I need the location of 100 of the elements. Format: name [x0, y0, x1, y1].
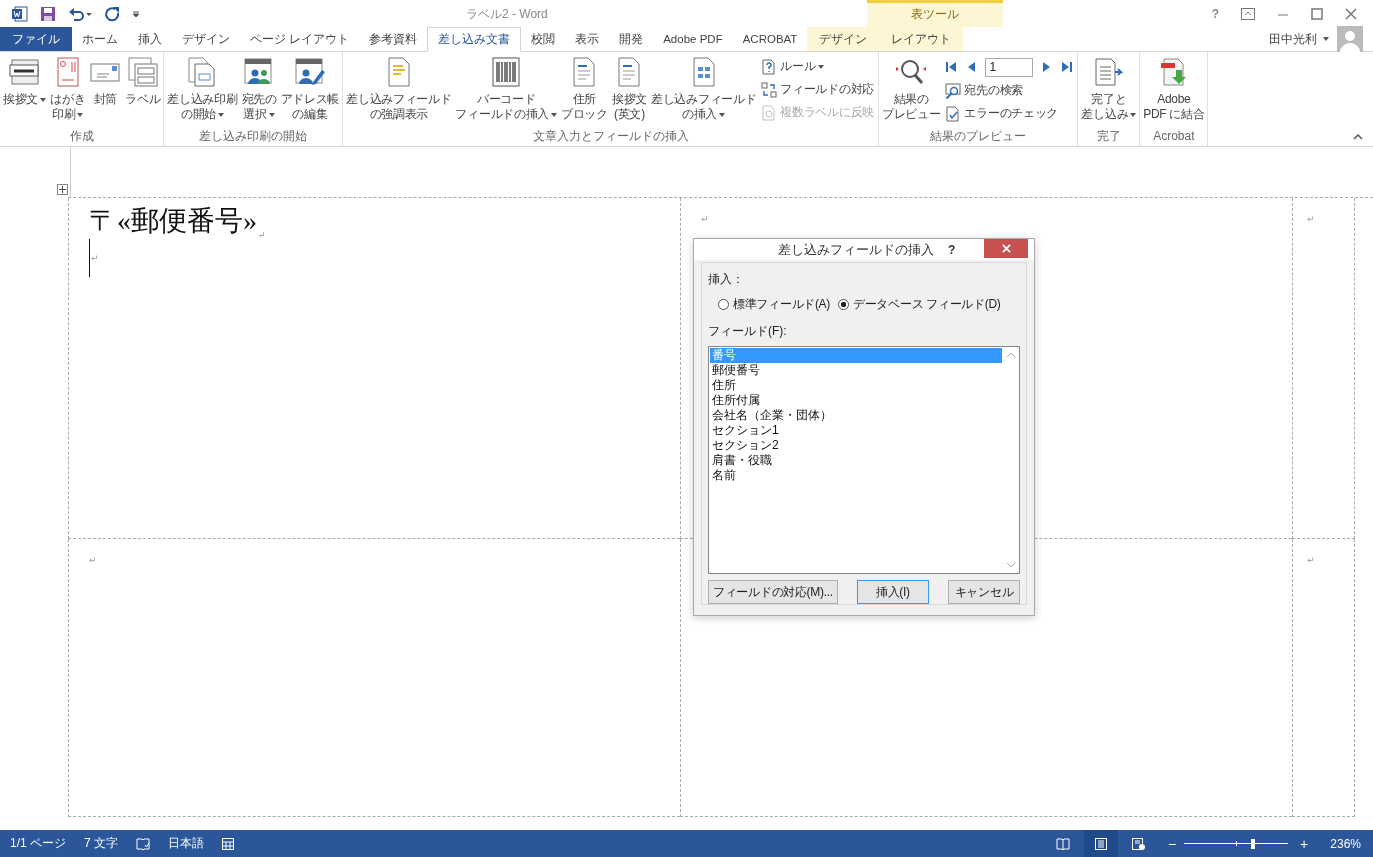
group-label: 完了: [1095, 128, 1122, 145]
ribbon-tab[interactable]: ホーム: [72, 27, 128, 51]
list-item[interactable]: 住所付属: [710, 393, 1002, 408]
caret-icon[interactable]: [1323, 37, 1329, 41]
dialog-button[interactable]: キャンセル: [948, 580, 1020, 604]
radio-option[interactable]: データベース フィールド(D): [838, 296, 1001, 313]
ribbon-button[interactable]: 封筒: [87, 56, 124, 107]
list-item[interactable]: 住所: [710, 378, 1002, 393]
ribbon-tab[interactable]: 表示: [565, 27, 610, 51]
status-text[interactable]: 7 文字: [84, 835, 119, 852]
ribbon-button[interactable]: バーコード フィールドの挿入: [453, 56, 560, 122]
zoom-in-button[interactable]: +: [1300, 835, 1309, 852]
paragraph-mark: ↵: [1307, 214, 1315, 224]
word-logo-icon[interactable]: [12, 5, 28, 22]
save-icon[interactable]: [40, 5, 56, 22]
table-tools-label: 表ツール: [867, 0, 1003, 27]
insert-label: 挿入：: [708, 271, 745, 288]
redo-icon[interactable]: [104, 5, 120, 22]
avatar-icon: [1337, 26, 1363, 52]
zoom-out-button[interactable]: −: [1167, 835, 1177, 852]
ribbon-button[interactable]: 差し込みフィールド の挿入: [649, 56, 759, 122]
help-button[interactable]: ?: [1211, 6, 1219, 21]
ribbon-tab[interactable]: レイアウト: [879, 27, 964, 51]
group-label: 結果のプレビュー: [929, 128, 1028, 145]
ribbon-button[interactable]: 宛先の検索: [945, 80, 1074, 101]
list-item[interactable]: セクション2: [710, 438, 1002, 453]
ribbon-display-icon[interactable]: [1241, 7, 1255, 20]
list-item[interactable]: セクション1: [710, 423, 1002, 438]
ribbon-tab[interactable]: ACROBAT: [732, 27, 808, 51]
help-button[interactable]: ?: [948, 242, 956, 257]
record-field[interactable]: 1: [985, 57, 1034, 77]
list-item[interactable]: 名前: [710, 468, 1002, 483]
table-move-handle-icon[interactable]: [57, 184, 68, 195]
document-question-icon: [761, 58, 778, 75]
collapse-ribbon-icon[interactable]: [1353, 134, 1363, 140]
ribbon-button[interactable]: 挨拶文 (英文): [609, 56, 649, 122]
ribbon-tab[interactable]: 参考資料: [359, 27, 428, 51]
ribbon-button[interactable]: アドレス帳 の編集: [278, 56, 342, 122]
dialog-button[interactable]: 挿入(I): [856, 580, 929, 604]
ribbon-tab[interactable]: デザイン: [807, 27, 880, 51]
zoom-slider[interactable]: [1184, 838, 1289, 849]
file-tab[interactable]: ファイル: [0, 27, 72, 51]
first-record-icon[interactable]: [945, 61, 958, 73]
close-icon: [1001, 244, 1011, 253]
close-icon[interactable]: [1345, 7, 1357, 20]
status-text[interactable]: 日本語: [168, 835, 205, 852]
card-icon: [8, 56, 41, 88]
ribbon-button[interactable]: ルール: [761, 56, 874, 77]
customize-caret-icon[interactable]: [132, 9, 140, 18]
ribbon-button[interactable]: 差し込み印刷 の開始: [165, 56, 240, 122]
ribbon-button[interactable]: はがき 印刷: [48, 56, 88, 122]
ribbon-tab[interactable]: 校閲: [521, 27, 566, 51]
labels-icon: [126, 56, 159, 88]
list-item[interactable]: 会社名（企業・団体）: [710, 408, 1002, 423]
dialog-button[interactable]: フィールドの対応(M)...: [708, 580, 838, 604]
arrows-icon: [761, 81, 778, 98]
web-page-icon: [1131, 837, 1146, 850]
group-label: 差し込み印刷の開始: [198, 128, 309, 145]
ribbon-button[interactable]: 住所 ブロック: [559, 56, 610, 122]
ribbon-tab[interactable]: Adobe PDF: [653, 27, 733, 51]
document-check-icon: [945, 105, 962, 122]
ribbon-button[interactable]: Adobe PDF に結合: [1141, 56, 1207, 122]
ribbon-tab[interactable]: 挿入: [128, 27, 172, 51]
group-label: 作成: [68, 128, 95, 145]
grid-icon[interactable]: [222, 837, 235, 850]
paragraph-mark: ↵: [701, 214, 709, 224]
list-item[interactable]: 郵便番号: [710, 363, 1002, 378]
fields-label: フィールド(F):: [708, 323, 788, 340]
group-label: 文章入力とフィールドの挿入: [531, 128, 690, 145]
book-check-icon[interactable]: [136, 837, 151, 850]
status-text[interactable]: 1/1 ページ: [10, 835, 66, 852]
ribbon-button[interactable]: エラーのチェック: [945, 103, 1074, 124]
ribbon-tab[interactable]: 開発: [609, 27, 654, 51]
radio-option[interactable]: 標準フィールド(A): [718, 296, 830, 313]
ribbon-tab[interactable]: ページ レイアウト: [240, 27, 360, 51]
book-icon: [1055, 837, 1070, 850]
user-name[interactable]: 田中光利: [1269, 30, 1317, 48]
refresh-icon: [761, 104, 778, 121]
document-arrow-icon: [1092, 56, 1125, 88]
ribbon-tab[interactable]: デザイン: [172, 27, 240, 51]
view-button[interactable]: [1083, 830, 1118, 857]
last-record-icon[interactable]: [1061, 61, 1074, 73]
ribbon-button[interactable]: 宛先の 選択: [239, 56, 279, 122]
list-item[interactable]: 肩書・役職: [710, 453, 1002, 468]
ribbon-button[interactable]: フィールドの対応: [761, 79, 874, 100]
window-title: ラベル2 - Word: [466, 6, 548, 23]
ribbon-button[interactable]: ラベル: [123, 56, 163, 107]
zoom-slider-thumb[interactable]: [1250, 838, 1255, 849]
ribbon-tab[interactable]: 差し込み文書: [427, 27, 522, 52]
close-button[interactable]: [984, 239, 1028, 258]
undo-icon[interactable]: [68, 5, 92, 22]
barcode-icon: [490, 56, 523, 88]
ribbon-button[interactable]: 差し込みフィールド の強調表示: [344, 56, 454, 122]
ribbon-button[interactable]: 完了と 差し込み: [1079, 56, 1139, 122]
page-icon: [1093, 837, 1108, 850]
ribbon-button[interactable]: 結果の プレビュー: [879, 56, 943, 122]
paragraph-mark: ↵: [258, 230, 266, 240]
ribbon-button[interactable]: 挨拶文: [1, 56, 49, 107]
maximize-icon[interactable]: [1311, 7, 1323, 20]
zoom-level[interactable]: 236%: [1330, 836, 1361, 851]
